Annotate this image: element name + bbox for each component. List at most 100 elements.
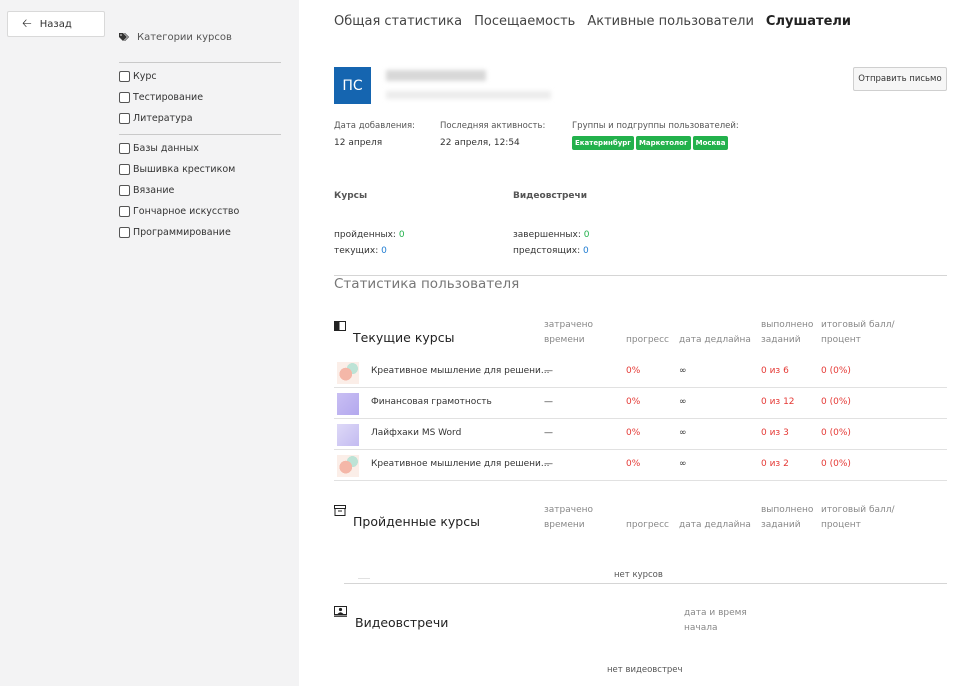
passed-count-label: пройденных: [334, 230, 396, 240]
course-name[interactable]: Финансовая грамотность [371, 397, 492, 407]
category-label: Курс [133, 71, 157, 82]
divider [119, 134, 281, 135]
course-score: 0 (0%) [821, 397, 851, 407]
passed-count-value: 0 [398, 230, 405, 240]
upcoming-count-label: предстоящих: [513, 246, 581, 256]
user-stats-title: Статистика пользователя [334, 276, 520, 292]
category-item[interactable]: Литература [119, 113, 193, 124]
archive-icon [334, 505, 346, 516]
category-checkbox[interactable] [119, 71, 130, 82]
meetings-title: Видеовстречи [355, 615, 449, 630]
course-progress: 0% [626, 459, 641, 469]
passed-count: пройденных: 0 [334, 230, 405, 240]
category-checkbox[interactable] [119, 206, 130, 217]
current-courses-title: Текущие курсы [353, 330, 455, 345]
course-time: — [544, 459, 553, 469]
back-button-label: Назад [39, 18, 72, 30]
categories-title: Категории курсов [119, 32, 232, 43]
col-done: выполнено заданий [761, 320, 814, 345]
divider [119, 62, 281, 63]
group-tag[interactable]: Москва [692, 136, 729, 150]
category-checkbox[interactable] [119, 143, 130, 154]
col-score: итоговый балл/процент [821, 505, 895, 530]
group-tag[interactable]: Екатеринбург [572, 136, 634, 150]
send-email-button[interactable]: Отправить письмо [853, 67, 947, 91]
course-thumbnail [337, 362, 359, 384]
category-label: Литература [133, 113, 193, 124]
added-date-label: Дата добавления: [334, 121, 415, 131]
category-item[interactable]: Вышивка крестиком [119, 164, 235, 175]
category-item[interactable]: Базы данных [119, 143, 199, 154]
category-checkbox[interactable] [119, 185, 130, 196]
col-time: затрачено времени [544, 505, 594, 530]
divider [344, 583, 947, 584]
course-tasks-done: 0 из 12 [761, 397, 795, 407]
course-deadline: ∞ [679, 366, 687, 376]
avatar: ПС [334, 67, 371, 104]
category-item[interactable]: Гончарное искусство [119, 206, 239, 217]
meetings-summary-title: Видеовстречи [513, 191, 587, 201]
divider [358, 578, 370, 579]
category-item[interactable]: Вязание [119, 185, 174, 196]
current-count-value: 0 [381, 246, 387, 256]
sidebar: 🡠 Назад Категории курсов Курс Тестировани… [0, 0, 299, 686]
col-progress: прогресс [626, 335, 669, 345]
upcoming-count-value: 0 [583, 246, 589, 256]
tab-listeners[interactable]: Слушатели [766, 14, 851, 29]
tab-active-users[interactable]: Активные пользователи [587, 14, 754, 29]
arrow-left-icon: 🡠 [22, 15, 32, 30]
added-date-value: 12 апреля [334, 138, 383, 148]
book-icon [334, 321, 346, 331]
course-name[interactable]: Креативное мышление для решени... [371, 459, 549, 469]
course-tasks-done: 0 из 3 [761, 428, 789, 438]
categories-title-label: Категории курсов [137, 32, 232, 43]
category-checkbox[interactable] [119, 113, 130, 124]
tab-overview[interactable]: Общая статистика [334, 14, 462, 29]
course-score: 0 (0%) [821, 459, 851, 469]
course-thumbnail [337, 424, 359, 446]
course-deadline: ∞ [679, 397, 687, 407]
courses-summary-title: Курсы [334, 191, 368, 201]
course-thumbnail [337, 393, 359, 415]
video-meeting-icon [334, 606, 347, 617]
course-name[interactable]: Лайфхаки MS Word [371, 428, 461, 438]
category-label: Тестирование [133, 92, 204, 103]
course-row[interactable]: Креативное мышление для решени... — 0% ∞ 0 и… [334, 357, 947, 388]
col-datetime: дата и время начала [684, 608, 747, 633]
course-row[interactable]: Финансовая грамотность — 0% ∞ 0 из 12 0 (0%) [334, 388, 947, 419]
course-tasks-done: 0 из 6 [761, 366, 789, 376]
category-label: Программирование [133, 227, 231, 238]
no-courses-note: нет курсов [614, 570, 663, 580]
category-item[interactable]: Программирование [119, 227, 231, 238]
course-time: — [544, 428, 553, 438]
col-deadline: дата дедлайна [679, 520, 751, 530]
no-meetings-note: нет видеовстреч [607, 665, 683, 675]
category-checkbox[interactable] [119, 92, 130, 103]
category-checkbox[interactable] [119, 227, 130, 238]
col-time: затрачено времени [544, 320, 594, 345]
col-score: итоговый балл/процент [821, 320, 895, 345]
category-label: Вязание [133, 185, 175, 196]
col-progress: прогресс [626, 520, 669, 530]
current-count: текущих: 0 [334, 246, 387, 256]
course-time: — [544, 366, 553, 376]
tab-attendance[interactable]: Посещаемость [474, 14, 575, 29]
last-activity-label: Последняя активность: [440, 121, 546, 131]
category-checkbox[interactable] [119, 164, 130, 175]
group-tag[interactable]: Маркетолог [635, 136, 691, 150]
groups-tags: Екатеринбург Маркетолог Москва [572, 136, 729, 150]
course-progress: 0% [626, 366, 641, 376]
course-row[interactable]: Лайфхаки MS Word — 0% ∞ 0 из 3 0 (0%) [334, 419, 947, 450]
category-item[interactable]: Курс [119, 71, 157, 82]
course-thumbnail [337, 455, 359, 477]
course-name[interactable]: Креативное мышление для решени... [371, 366, 549, 376]
course-deadline: ∞ [679, 459, 687, 469]
back-button[interactable]: 🡠 Назад [7, 11, 105, 37]
finished-count: завершенных: 0 [513, 230, 589, 240]
finished-count-value: 0 [583, 230, 590, 240]
course-tasks-done: 0 из 2 [761, 459, 789, 469]
course-progress: 0% [626, 428, 641, 438]
course-row[interactable]: Креативное мышление для решени... — 0% ∞ 0 и… [334, 450, 947, 481]
col-deadline: дата дедлайна [679, 335, 751, 345]
category-item[interactable]: Тестирование [119, 92, 203, 103]
